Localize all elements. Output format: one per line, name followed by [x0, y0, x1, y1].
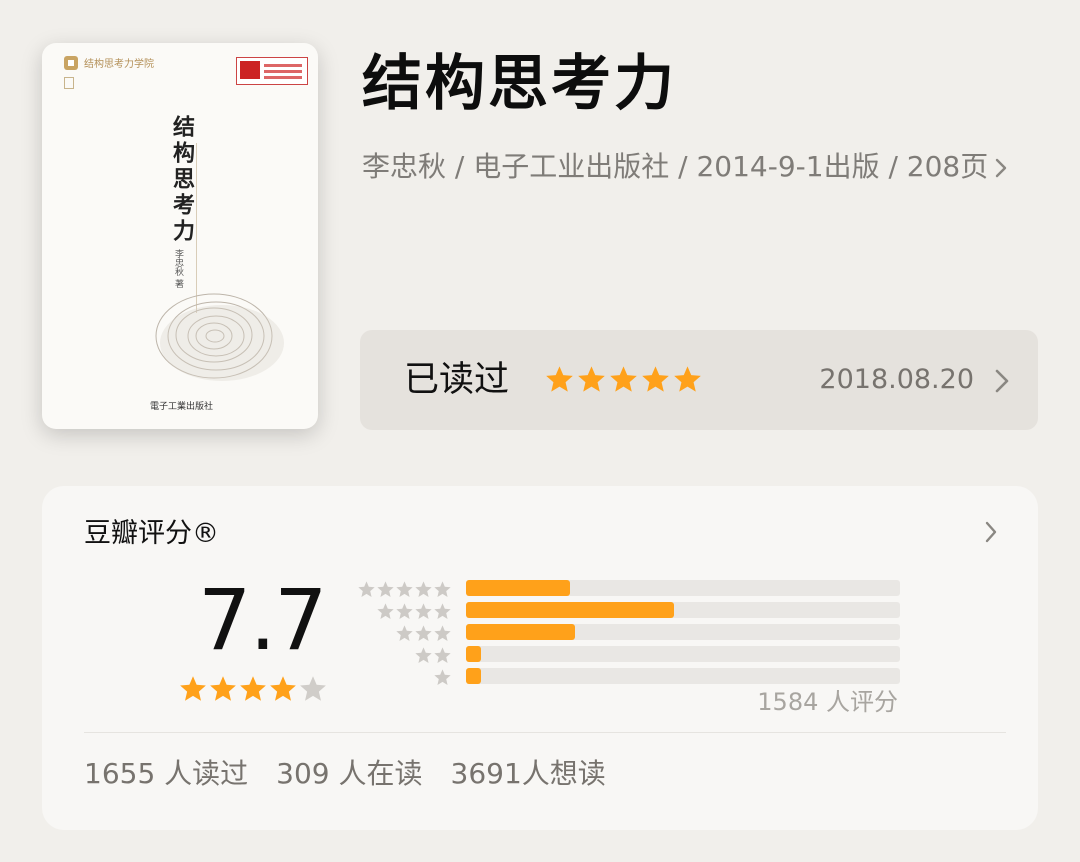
cover-slogan: [202, 163, 210, 167]
cover-title: 结构思考力: [169, 115, 195, 245]
star-icon: [210, 676, 236, 701]
star-icon: [434, 625, 451, 641]
star-icon: [240, 676, 266, 701]
star-icon: [377, 603, 394, 619]
distribution-stars: [395, 624, 452, 643]
rating-distribution-row: [354, 600, 902, 622]
card-divider: [84, 732, 1006, 733]
star-icon: [610, 366, 637, 392]
star-icon: [642, 366, 669, 392]
read-count[interactable]: 1655 人读过: [84, 754, 248, 794]
cover-url: [166, 415, 168, 421]
distribution-stars: [414, 646, 452, 665]
cover-publisher: 電子工業出版社: [150, 402, 214, 412]
my-rating-stars: [544, 364, 703, 395]
want-count[interactable]: 3691人想读: [451, 754, 606, 794]
chevron-right-icon[interactable]: [984, 520, 998, 548]
distribution-bar-track: [466, 602, 900, 618]
book-meta-link[interactable]: 李忠秋 / 电子工业出版社 / 2014-9-1出版 / 208页: [362, 150, 1034, 184]
reading-count[interactable]: 309 人在读: [276, 754, 422, 794]
rating-distribution: [354, 578, 902, 688]
rating-score-stars: [178, 674, 328, 704]
distribution-stars: [433, 668, 452, 687]
rating-distribution-row: [354, 666, 902, 688]
reading-status-bar[interactable]: 已读过 2018.08.20: [360, 330, 1038, 430]
douban-rating-card[interactable]: 豆瓣评分® 7.7 1584 人评分 1655 人读过 309 人在读 3691…: [42, 486, 1038, 830]
star-icon: [674, 366, 701, 392]
cover-badge: [236, 57, 308, 85]
cover-logo-text: 结构思考力学院: [84, 59, 154, 70]
distribution-bar-fill: [466, 602, 675, 618]
star-icon: [270, 676, 296, 701]
star-icon: [434, 603, 451, 619]
star-icon: [434, 669, 451, 685]
star-icon: [415, 603, 432, 619]
star-icon: [180, 676, 206, 701]
star-icon: [396, 625, 413, 641]
star-icon: [396, 581, 413, 597]
book-title: 结构思考力: [362, 49, 677, 119]
distribution-bar-track: [466, 668, 900, 684]
star-icon: [578, 366, 605, 392]
rater-count: 1584 人评分: [757, 688, 898, 716]
rating-card-title: 豆瓣评分®: [84, 518, 219, 549]
book-cover[interactable]: 结构思考力学院 结构思考力 李忠秋 著 電子工業出版社: [42, 43, 318, 429]
star-icon: [546, 366, 573, 392]
distribution-bar-track: [466, 646, 900, 662]
distribution-bar-track: [466, 624, 900, 640]
rating-score: 7.7: [198, 571, 328, 669]
rating-distribution-row: [354, 578, 902, 600]
distribution-bar-fill: [466, 646, 482, 662]
distribution-bar-fill: [466, 624, 575, 640]
cover-series-label: [64, 77, 75, 89]
star-icon: [377, 581, 394, 597]
distribution-bar-track: [466, 580, 900, 596]
distribution-bar-fill: [466, 580, 571, 596]
distribution-stars: [357, 580, 452, 599]
star-icon: [396, 603, 413, 619]
star-icon: [415, 647, 432, 663]
reader-stats: 1655 人读过 309 人在读 3691人想读: [84, 754, 606, 794]
cover-author: 李忠秋 著: [173, 249, 183, 288]
star-icon: [415, 581, 432, 597]
distribution-bar-fill: [466, 668, 482, 684]
rating-distribution-row: [354, 622, 902, 644]
cover-rings-graphic: [155, 293, 284, 381]
distribution-stars: [376, 602, 452, 621]
star-icon: [300, 676, 326, 701]
cover-pinyin: [148, 125, 156, 128]
chevron-right-icon: [994, 368, 1010, 398]
rating-distribution-row: [354, 644, 902, 666]
reading-date: 2018.08.20: [819, 364, 974, 395]
book-meta-text: 李忠秋 / 电子工业出版社 / 2014-9-1出版 / 208页: [362, 150, 989, 183]
star-icon: [434, 581, 451, 597]
star-icon: [415, 625, 432, 641]
reading-status-label: 已读过: [404, 360, 510, 400]
star-icon: [434, 647, 451, 663]
chevron-right-icon: [994, 150, 1008, 184]
star-icon: [358, 581, 375, 597]
